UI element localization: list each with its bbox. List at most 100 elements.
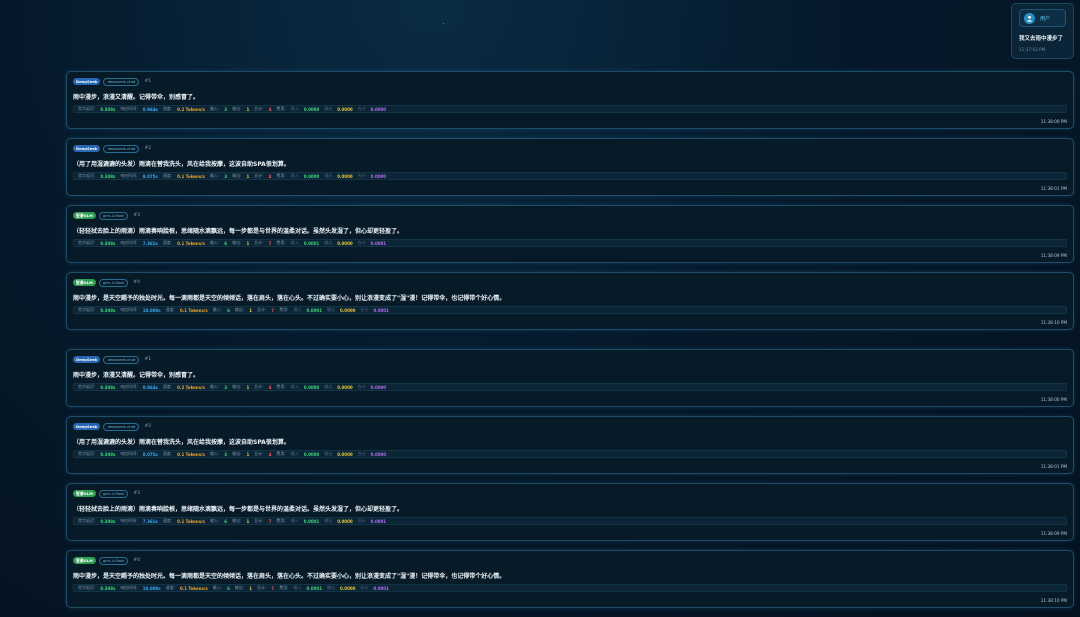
output-tokens-value: 1 (249, 585, 253, 591)
cost-sum-label: 合计 (360, 307, 369, 312)
cost-input-value: 0.0001 (306, 307, 322, 313)
total-tokens-label: 总计: (254, 384, 264, 389)
input-tokens-value: 3 (224, 384, 228, 390)
message-index: #3 (133, 213, 140, 218)
cost-sum-value: 0.0001 (373, 585, 389, 591)
speed-value: 0.1 Tokens/s (177, 173, 205, 179)
response-time-value: 7.361s (142, 240, 158, 246)
message-time: 11:38:10 PM (1040, 598, 1067, 603)
provider-badge: DeepSeek (73, 78, 101, 85)
cost-sum-label: 合计 (357, 518, 366, 523)
metrics-bar: 首字延迟: 0.308s 响应时间: 7.361s 速度: 0.1 Tokens/s … (73, 517, 1067, 525)
output-tokens-value: 1 (246, 173, 250, 179)
speed-value: 0.2 Tokens/s (177, 384, 205, 390)
total-tokens-label: 总计: (254, 173, 264, 178)
cost-sum-value: 0.0000 (370, 384, 387, 390)
response-time-value: 8.075s (142, 173, 158, 179)
cost-sum-label: 合计 (357, 173, 366, 178)
total-tokens-value: 4 (268, 106, 272, 112)
cost-sum-value: 0.0001 (370, 240, 387, 246)
cost-label: 费用: (279, 307, 289, 312)
cost-label: 费用: (276, 518, 286, 523)
message-content: （轻轻拭去脸上的雨滴）雨滴奏响脍根，思绪随水滴飘远，每一步都是与世界的温柔对话。… (73, 506, 404, 513)
cost-sum-value: 0.0000 (370, 173, 387, 179)
message-content: 雨中漫步，浪漫又清醒。记得带伞，别感冒了。 (73, 372, 200, 379)
provider-badge: DeepSeek (73, 356, 101, 363)
response-time-label: 响应时间: (120, 451, 138, 456)
speed-label: 速度: (162, 106, 173, 111)
ttft-label: 首字延迟: (78, 307, 96, 312)
cost-sum-value: 0.0000 (370, 451, 387, 457)
message-index: #2 (144, 146, 152, 151)
user-message-text: 我又去雨中漫步了 (1019, 36, 1064, 42)
response-time-value: 0.964s (142, 384, 158, 390)
output-tokens-value: 1 (249, 307, 253, 313)
assistant-message-card: 智谱GLM glm-4-flash #3 （轻轻拭去脸上的雨滴）雨滴奏响脍根，思… (66, 205, 1074, 263)
model-tag: glm-4-flash (98, 489, 129, 498)
message-time: 11:38:10 PM (1040, 320, 1067, 325)
total-tokens-label: 总计: (257, 307, 267, 312)
cost-sum-value: 0.0000 (370, 106, 387, 112)
response-time-value: 8.075s (142, 451, 158, 457)
cost-input-value: 0.0000 (303, 173, 320, 179)
total-tokens-value: 7 (268, 518, 272, 524)
cost-sum-label: 合计 (357, 384, 366, 389)
cost-output-value: 0.0000 (339, 585, 356, 591)
speed-value: 0.1 Tokens/s (177, 518, 205, 524)
assistant-message-card: 智谱GLM glm-4-flash #3 （轻轻拭去脸上的雨滴）雨滴奏响脍根，思… (66, 483, 1074, 541)
input-tokens-value: 6 (224, 240, 228, 246)
response-time-label: 响应时间: (120, 307, 138, 312)
cost-input-label: 输入 (290, 451, 299, 456)
total-tokens-label: 总计: (257, 585, 267, 590)
output-tokens-value: 1 (246, 451, 250, 457)
response-time-value: 0.964s (142, 106, 158, 112)
cost-input-label: 输入 (290, 106, 299, 111)
cost-output-label: 输出 (324, 384, 333, 389)
message-index: #1 (144, 357, 152, 362)
input-tokens-label: 输入: (209, 518, 220, 523)
ttft-value: 0.308s (100, 106, 116, 112)
message-index: #4 (133, 280, 140, 285)
input-tokens-label: 输入: (212, 307, 223, 312)
response-time-label: 响应时间: (120, 384, 138, 389)
cost-output-value: 0.0000 (337, 173, 353, 179)
cost-label: 费用: (276, 173, 286, 178)
ttft-value: 0.308s (100, 240, 116, 246)
metrics-bar: 首字延迟: 0.308s 响应时间: 10.008s 速度: 0.1 Tokens/s… (73, 584, 1067, 592)
ttft-label: 首字延迟: (78, 173, 96, 178)
total-tokens-value: 7 (271, 585, 275, 591)
cost-label: 费用: (276, 106, 286, 111)
metrics-bar: 首字延迟: 0.308s 响应时间: 0.964s 速度: 0.2 Tokens/s … (73, 105, 1067, 113)
message-content: 雨中漫步，是天空赐予的独处时光。每一滴雨都是天空的倾倾话，落在肩头，落在心头。不… (73, 295, 506, 302)
cost-sum-label: 合计 (357, 240, 366, 245)
response-time-label: 响应时间: (120, 585, 138, 590)
provider-badge: 智谱GLM (73, 279, 96, 286)
message-header: DeepSeek deepseek-chat #1 (73, 355, 1067, 364)
cost-output-value: 0.0000 (337, 518, 353, 524)
cost-output-value: 0.0000 (337, 106, 353, 112)
ttft-value: 0.308s (100, 585, 116, 591)
total-tokens-value: 4 (268, 173, 272, 179)
cost-output-label: 输出 (324, 106, 333, 111)
message-time: 11:38:09 PM (1040, 531, 1067, 536)
cost-sum-label: 合计 (357, 106, 366, 111)
cost-label: 费用: (276, 240, 286, 245)
cost-input-label: 输入 (293, 307, 302, 312)
cost-input-label: 输入 (293, 585, 302, 590)
input-tokens-value: 6 (224, 518, 228, 524)
model-tag: glm-4-flash (98, 278, 129, 287)
ttft-label: 首字延迟: (78, 585, 96, 590)
model-tag: glm-4-flash (98, 211, 129, 220)
metrics-bar: 首字延迟: 0.308s 响应时间: 8.075s 速度: 0.1 Tokens/s … (73, 172, 1067, 180)
input-tokens-label: 输入: (209, 173, 220, 178)
message-header: DeepSeek deepseek-chat #1 (73, 77, 1067, 86)
response-time-label: 响应时间: (120, 240, 138, 245)
assistant-message-card: DeepSeek deepseek-chat #1 雨中漫步，浪漫又清醒。记得带… (66, 71, 1074, 129)
input-tokens-value: 6 (227, 307, 230, 313)
output-tokens-label: 输出: (232, 240, 242, 245)
user-icon (1024, 12, 1035, 24)
input-tokens-value: 3 (224, 173, 228, 179)
input-tokens-label: 输入: (209, 240, 220, 245)
provider-badge: DeepSeek (73, 423, 101, 430)
cost-output-label: 输出 (324, 240, 333, 245)
